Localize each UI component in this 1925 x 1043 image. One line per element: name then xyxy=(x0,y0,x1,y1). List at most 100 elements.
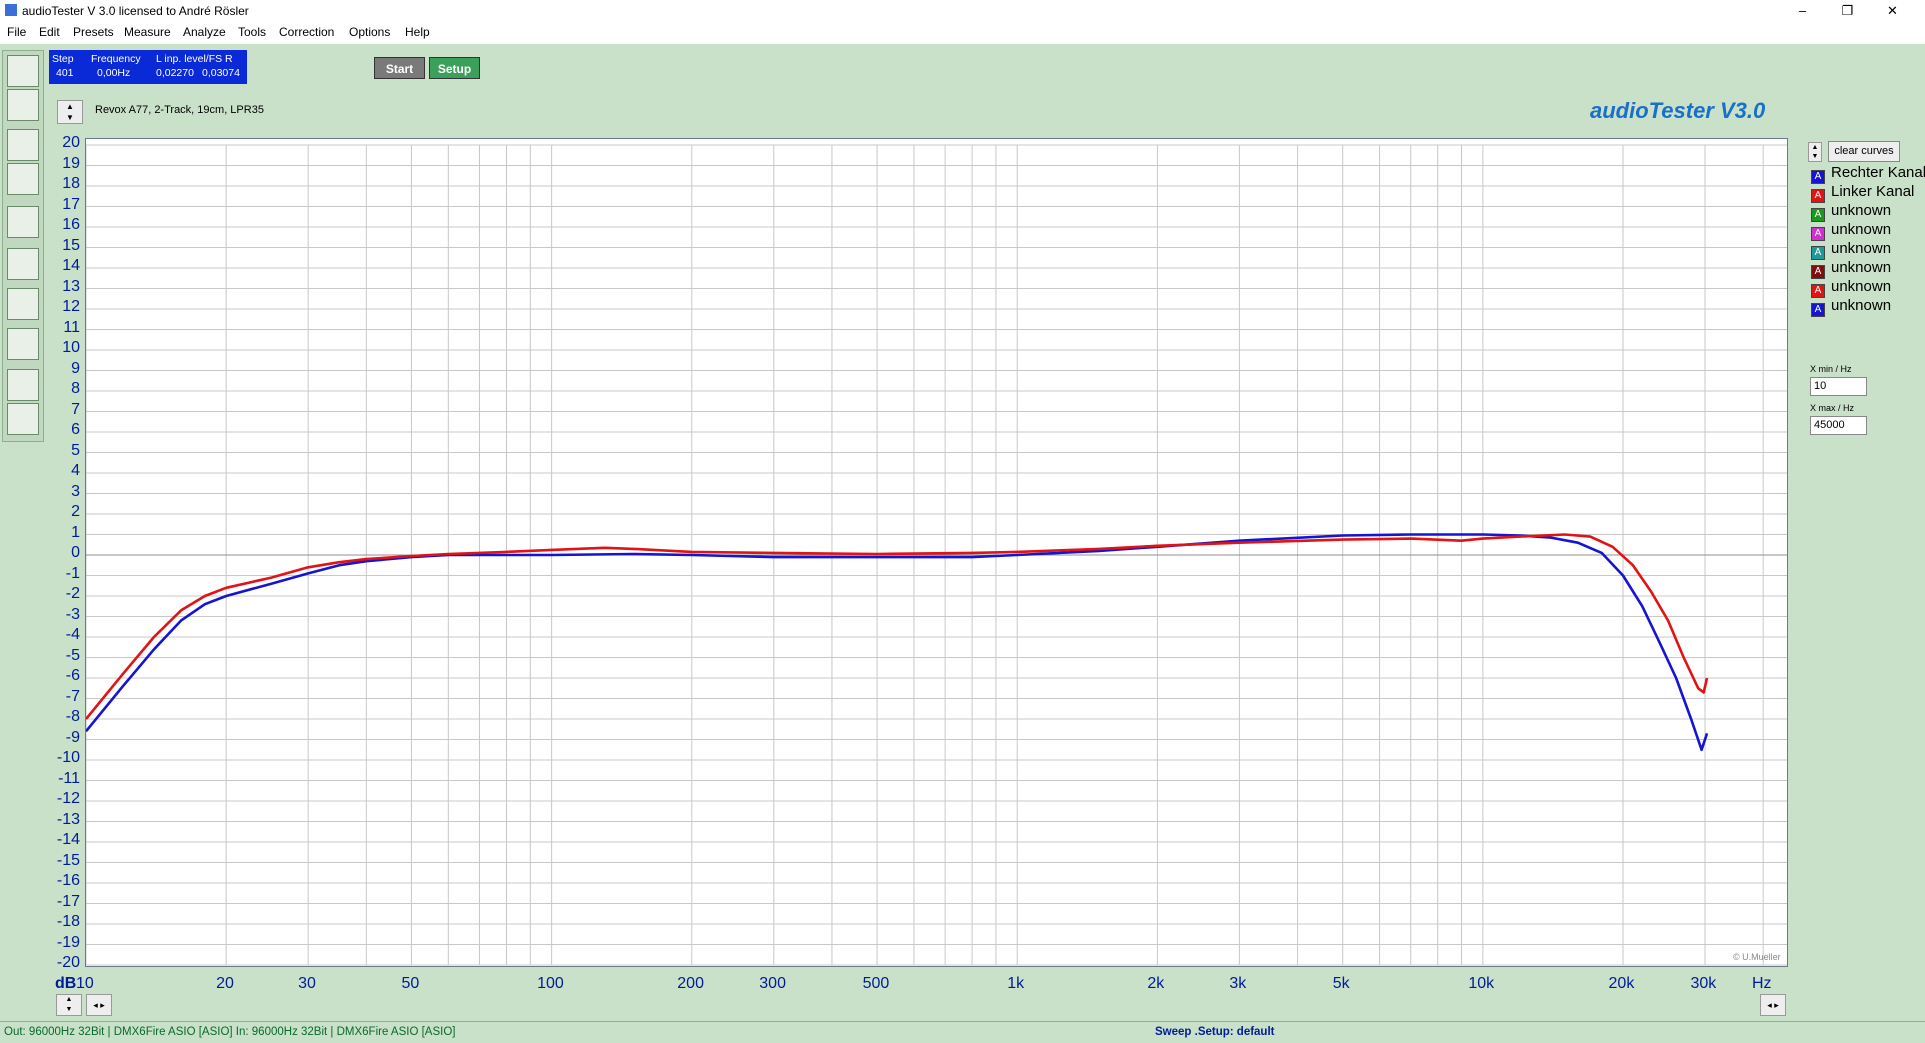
y-tick-label: 14 xyxy=(62,257,80,274)
menu-options[interactable]: Options xyxy=(349,25,390,39)
step-response-tool-icon[interactable] xyxy=(7,403,39,435)
legend-color-swatch[interactable]: A xyxy=(1811,246,1825,260)
y-tick-label: 4 xyxy=(71,462,80,479)
legend-item[interactable]: Aunknown xyxy=(1811,240,1891,260)
y-tick-label: 8 xyxy=(71,380,80,397)
step-value: 401 xyxy=(56,67,74,79)
y-tick-label: -11 xyxy=(58,769,80,787)
status-bar: Out: 96000Hz 32Bit | DMX6Fire ASIO [ASIO… xyxy=(0,1021,1925,1043)
legend-item[interactable]: Aunknown xyxy=(1811,221,1892,241)
y-tick-label: 12 xyxy=(62,298,80,315)
legend-color-swatch[interactable]: A xyxy=(1811,170,1825,184)
y-tick-label: -12 xyxy=(56,790,80,807)
x-tick-label: 5k xyxy=(1332,975,1350,992)
impulse-tool-icon[interactable] xyxy=(7,248,39,280)
x-tick-label: 100 xyxy=(537,975,564,992)
frequency-value: 0,00Hz xyxy=(97,67,131,79)
series-line-rechter-kanal xyxy=(84,533,1709,752)
y-tick-label: 0 xyxy=(71,544,80,561)
y-tick-label: 16 xyxy=(62,216,80,233)
scroll-left-right[interactable]: ◂ ▸ xyxy=(86,994,112,1016)
y-tick-label: -5 xyxy=(65,646,80,664)
y-tick-label: 17 xyxy=(62,195,80,213)
crossover-tool-icon[interactable] xyxy=(7,328,39,360)
menu-tools[interactable]: Tools xyxy=(238,25,266,39)
y-tick-label: -9 xyxy=(65,728,80,746)
restore-icon[interactable]: ❐ xyxy=(1825,0,1870,21)
legend-label: unknown xyxy=(1831,221,1892,238)
level-left-value: 0,02270 xyxy=(156,67,194,79)
legend-item[interactable]: Aunknown xyxy=(1811,259,1892,279)
legend-color-swatch[interactable]: A xyxy=(1811,227,1825,241)
menu-analyze[interactable]: Analyze xyxy=(183,25,226,39)
menu-presets[interactable]: Presets xyxy=(73,25,114,39)
scroll-spinner[interactable]: ▲ ▼ xyxy=(56,994,82,1016)
close-icon[interactable]: ✕ xyxy=(1870,0,1915,21)
frequency-response-plot[interactable] xyxy=(84,138,1788,967)
legend-label: unknown xyxy=(1831,278,1892,295)
frequency-plot-tool-icon[interactable] xyxy=(7,55,39,87)
legend-color-swatch[interactable]: A xyxy=(1811,265,1825,279)
y-tick-label: 20 xyxy=(62,134,80,151)
legend-label: unknown xyxy=(1831,297,1892,314)
x-tick-label: 50 xyxy=(401,975,420,992)
speaker-folder-tool-icon[interactable] xyxy=(7,369,39,401)
legend-label: unknown xyxy=(1831,202,1892,219)
decay-tool-icon[interactable] xyxy=(7,288,39,320)
y-tick-label: 6 xyxy=(71,421,80,438)
legend-color-swatch[interactable]: A xyxy=(1811,303,1825,317)
measurement-description: Revox A77, 2-Track, 19cm, LPR35 xyxy=(95,104,264,116)
legend-item[interactable]: A Rechter Kanal xyxy=(1811,164,1925,184)
series-line-linker-kanal xyxy=(84,533,1709,720)
legend-label: unknown xyxy=(1831,259,1892,276)
xmax-field[interactable]: 45000 xyxy=(1810,416,1867,435)
y-tick-label: -15 xyxy=(56,851,80,869)
clear-curves-button[interactable]: clear curves xyxy=(1828,141,1900,162)
step-label: Step xyxy=(52,53,74,65)
speaker-plot-tool-icon[interactable] xyxy=(7,163,39,195)
folder-tool-icon[interactable] xyxy=(7,89,39,121)
menu-measure[interactable]: Measure xyxy=(124,25,171,39)
filter-plot-tool-icon[interactable] xyxy=(7,129,39,161)
y-tick-label: -8 xyxy=(65,708,80,725)
app-icon xyxy=(5,4,17,16)
y-tick-label: -20 xyxy=(56,954,80,971)
io-status: Out: 96000Hz 32Bit | DMX6Fire ASIO [ASIO… xyxy=(4,1026,456,1038)
y-axis-unit: dB xyxy=(55,975,77,992)
legend-item[interactable]: Aunknown xyxy=(1811,297,1892,317)
x-tick-label: 1k xyxy=(1007,975,1025,992)
menu-bar: File Edit Presets Measure Analyze Tools … xyxy=(0,21,1925,44)
legend-item[interactable]: Aunknown xyxy=(1811,278,1892,298)
menu-edit[interactable]: Edit xyxy=(39,25,60,39)
minimize-icon[interactable]: – xyxy=(1780,0,1825,21)
xmin-field[interactable]: 10 xyxy=(1810,377,1867,396)
main-area: Step 401 Frequency 0,00Hz L inp. level/F… xyxy=(0,44,1925,1021)
legend-color-swatch[interactable]: A xyxy=(1811,284,1825,298)
y-tick-label: 11 xyxy=(63,318,80,336)
setup-button[interactable]: Setup xyxy=(429,57,480,79)
y-tick-label: -7 xyxy=(65,687,80,705)
start-button[interactable]: Start xyxy=(374,57,425,79)
y-tick-label: -3 xyxy=(65,605,80,623)
tsp-tool-icon[interactable] xyxy=(7,206,39,238)
legend-color-swatch[interactable]: A xyxy=(1811,208,1825,222)
description-spinner[interactable]: ▲ ▼ xyxy=(57,100,83,124)
menu-help[interactable]: Help xyxy=(405,25,430,39)
menu-file[interactable]: File xyxy=(7,25,26,39)
chart-svg xyxy=(84,144,1787,966)
x-tick-label: 2k xyxy=(1147,975,1165,992)
frequency-label: Frequency xyxy=(91,53,141,65)
app-logo-title: audioTester V3.0 xyxy=(1590,98,1766,123)
y-tick-label: -13 xyxy=(56,810,80,828)
y-tick-label: 18 xyxy=(62,175,80,192)
y-tick-label: 5 xyxy=(71,441,80,459)
legend-item[interactable]: A Linker Kanal xyxy=(1811,183,1914,203)
y-tick-label: -19 xyxy=(56,933,80,951)
menu-correction[interactable]: Correction xyxy=(279,25,334,39)
legend-color-swatch[interactable]: A xyxy=(1811,189,1825,203)
scroll-right-control[interactable]: ◂ ▸ xyxy=(1760,994,1786,1016)
y-tick-label: 10 xyxy=(62,339,80,356)
legend-spinner[interactable]: ▲ ▼ xyxy=(1808,142,1822,162)
legend-item[interactable]: Aunknown xyxy=(1811,202,1892,222)
y-tick-label: 9 xyxy=(71,359,80,377)
